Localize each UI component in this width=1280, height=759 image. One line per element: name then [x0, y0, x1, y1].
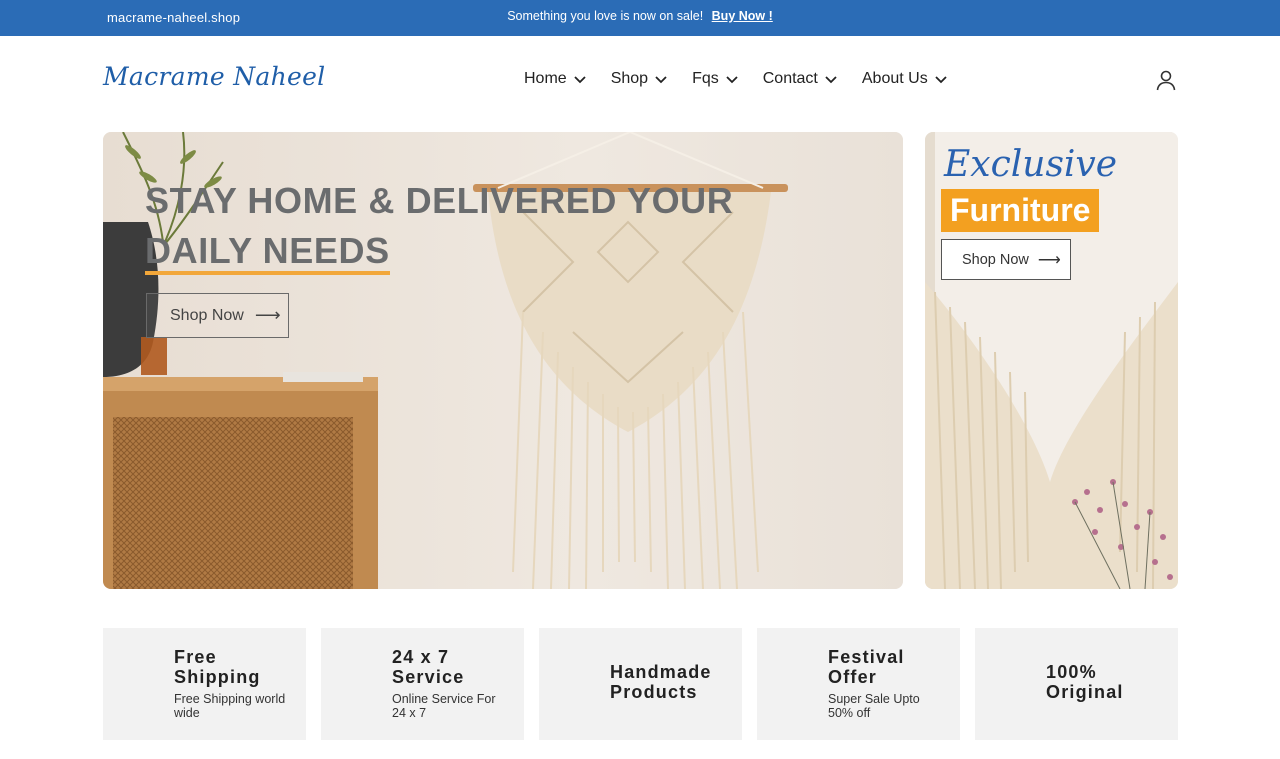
- promo-text: Something you love is now on sale!: [507, 9, 704, 23]
- features-strip: Free Shipping Free Shipping world wide 2…: [103, 628, 1178, 740]
- button-label: Shop Now: [962, 251, 1029, 268]
- nav-contact[interactable]: Contact: [763, 70, 838, 88]
- hero-title-line2: DAILY NEEDS: [145, 231, 390, 275]
- feature-title: 24 x 7 Service: [392, 647, 465, 687]
- arrow-right-icon: ⟶: [1037, 251, 1061, 269]
- nav-label: About Us: [861, 70, 928, 87]
- side-promo-banner: Exclusive Furniture Shop Now ⟶: [925, 132, 1178, 589]
- feature-card: Free Shipping Free Shipping world wide: [103, 628, 306, 740]
- nav-fqs[interactable]: Fqs: [692, 70, 739, 88]
- feature-title: Festival Offer: [828, 647, 905, 687]
- main-nav: Home Shop Fqs Contact About Us: [524, 70, 972, 88]
- chevron-down-icon: [726, 76, 738, 84]
- nav-home[interactable]: Home: [524, 70, 587, 88]
- feature-title: 100% Original: [1046, 662, 1124, 702]
- feature-card: 100% Original: [975, 628, 1178, 740]
- feature-card: Handmade Products: [539, 628, 742, 740]
- site-logo[interactable]: Macrame Naheel: [103, 62, 325, 91]
- exclusive-script-text: Exclusive: [944, 144, 1118, 185]
- nav-shop[interactable]: Shop: [611, 70, 668, 88]
- user-icon[interactable]: [1155, 69, 1177, 91]
- hero-title-line1: STAY HOME & DELIVERED YOUR: [145, 180, 734, 221]
- hero-banner: STAY HOME & DELIVERED YOUR DAILY NEEDS S…: [103, 132, 903, 589]
- chevron-down-icon: [825, 76, 837, 84]
- chevron-down-icon: [935, 76, 947, 84]
- promo-message: Something you love is now on sale! Buy N…: [0, 9, 1280, 23]
- nav-label: Contact: [762, 70, 818, 87]
- feature-subtitle: Free Shipping world wide: [174, 692, 286, 720]
- feature-subtitle: Online Service For 24 x 7: [392, 692, 496, 720]
- feature-title: Free Shipping: [174, 647, 261, 687]
- nav-label: Home: [524, 70, 567, 87]
- feature-card: Festival Offer Super Sale Upto 50% off: [757, 628, 960, 740]
- hero-shop-now-button[interactable]: Shop Now ⟶: [146, 293, 289, 338]
- chevron-down-icon: [574, 76, 586, 84]
- feature-card: 24 x 7 Service Online Service For 24 x 7: [321, 628, 524, 740]
- nav-label: Fqs: [692, 70, 719, 87]
- button-label: Shop Now: [170, 306, 244, 324]
- feature-title: Handmade Products: [610, 662, 712, 702]
- hero-title: STAY HOME & DELIVERED YOUR DAILY NEEDS: [145, 177, 733, 275]
- side-shop-now-button[interactable]: Shop Now ⟶: [941, 239, 1071, 280]
- buy-now-link[interactable]: Buy Now !: [712, 9, 773, 23]
- nav-about-us[interactable]: About Us: [862, 70, 948, 88]
- furniture-highlight: Furniture: [941, 189, 1100, 232]
- announcement-bar: macrame-naheel.shop Something you love i…: [0, 0, 1280, 36]
- site-header: Macrame Naheel Home Shop Fqs Contact Abo…: [0, 36, 1280, 126]
- feature-subtitle: Super Sale Upto 50% off: [828, 692, 920, 720]
- nav-label: Shop: [610, 70, 649, 87]
- chevron-down-icon: [655, 76, 667, 84]
- arrow-right-icon: ⟶: [254, 305, 281, 325]
